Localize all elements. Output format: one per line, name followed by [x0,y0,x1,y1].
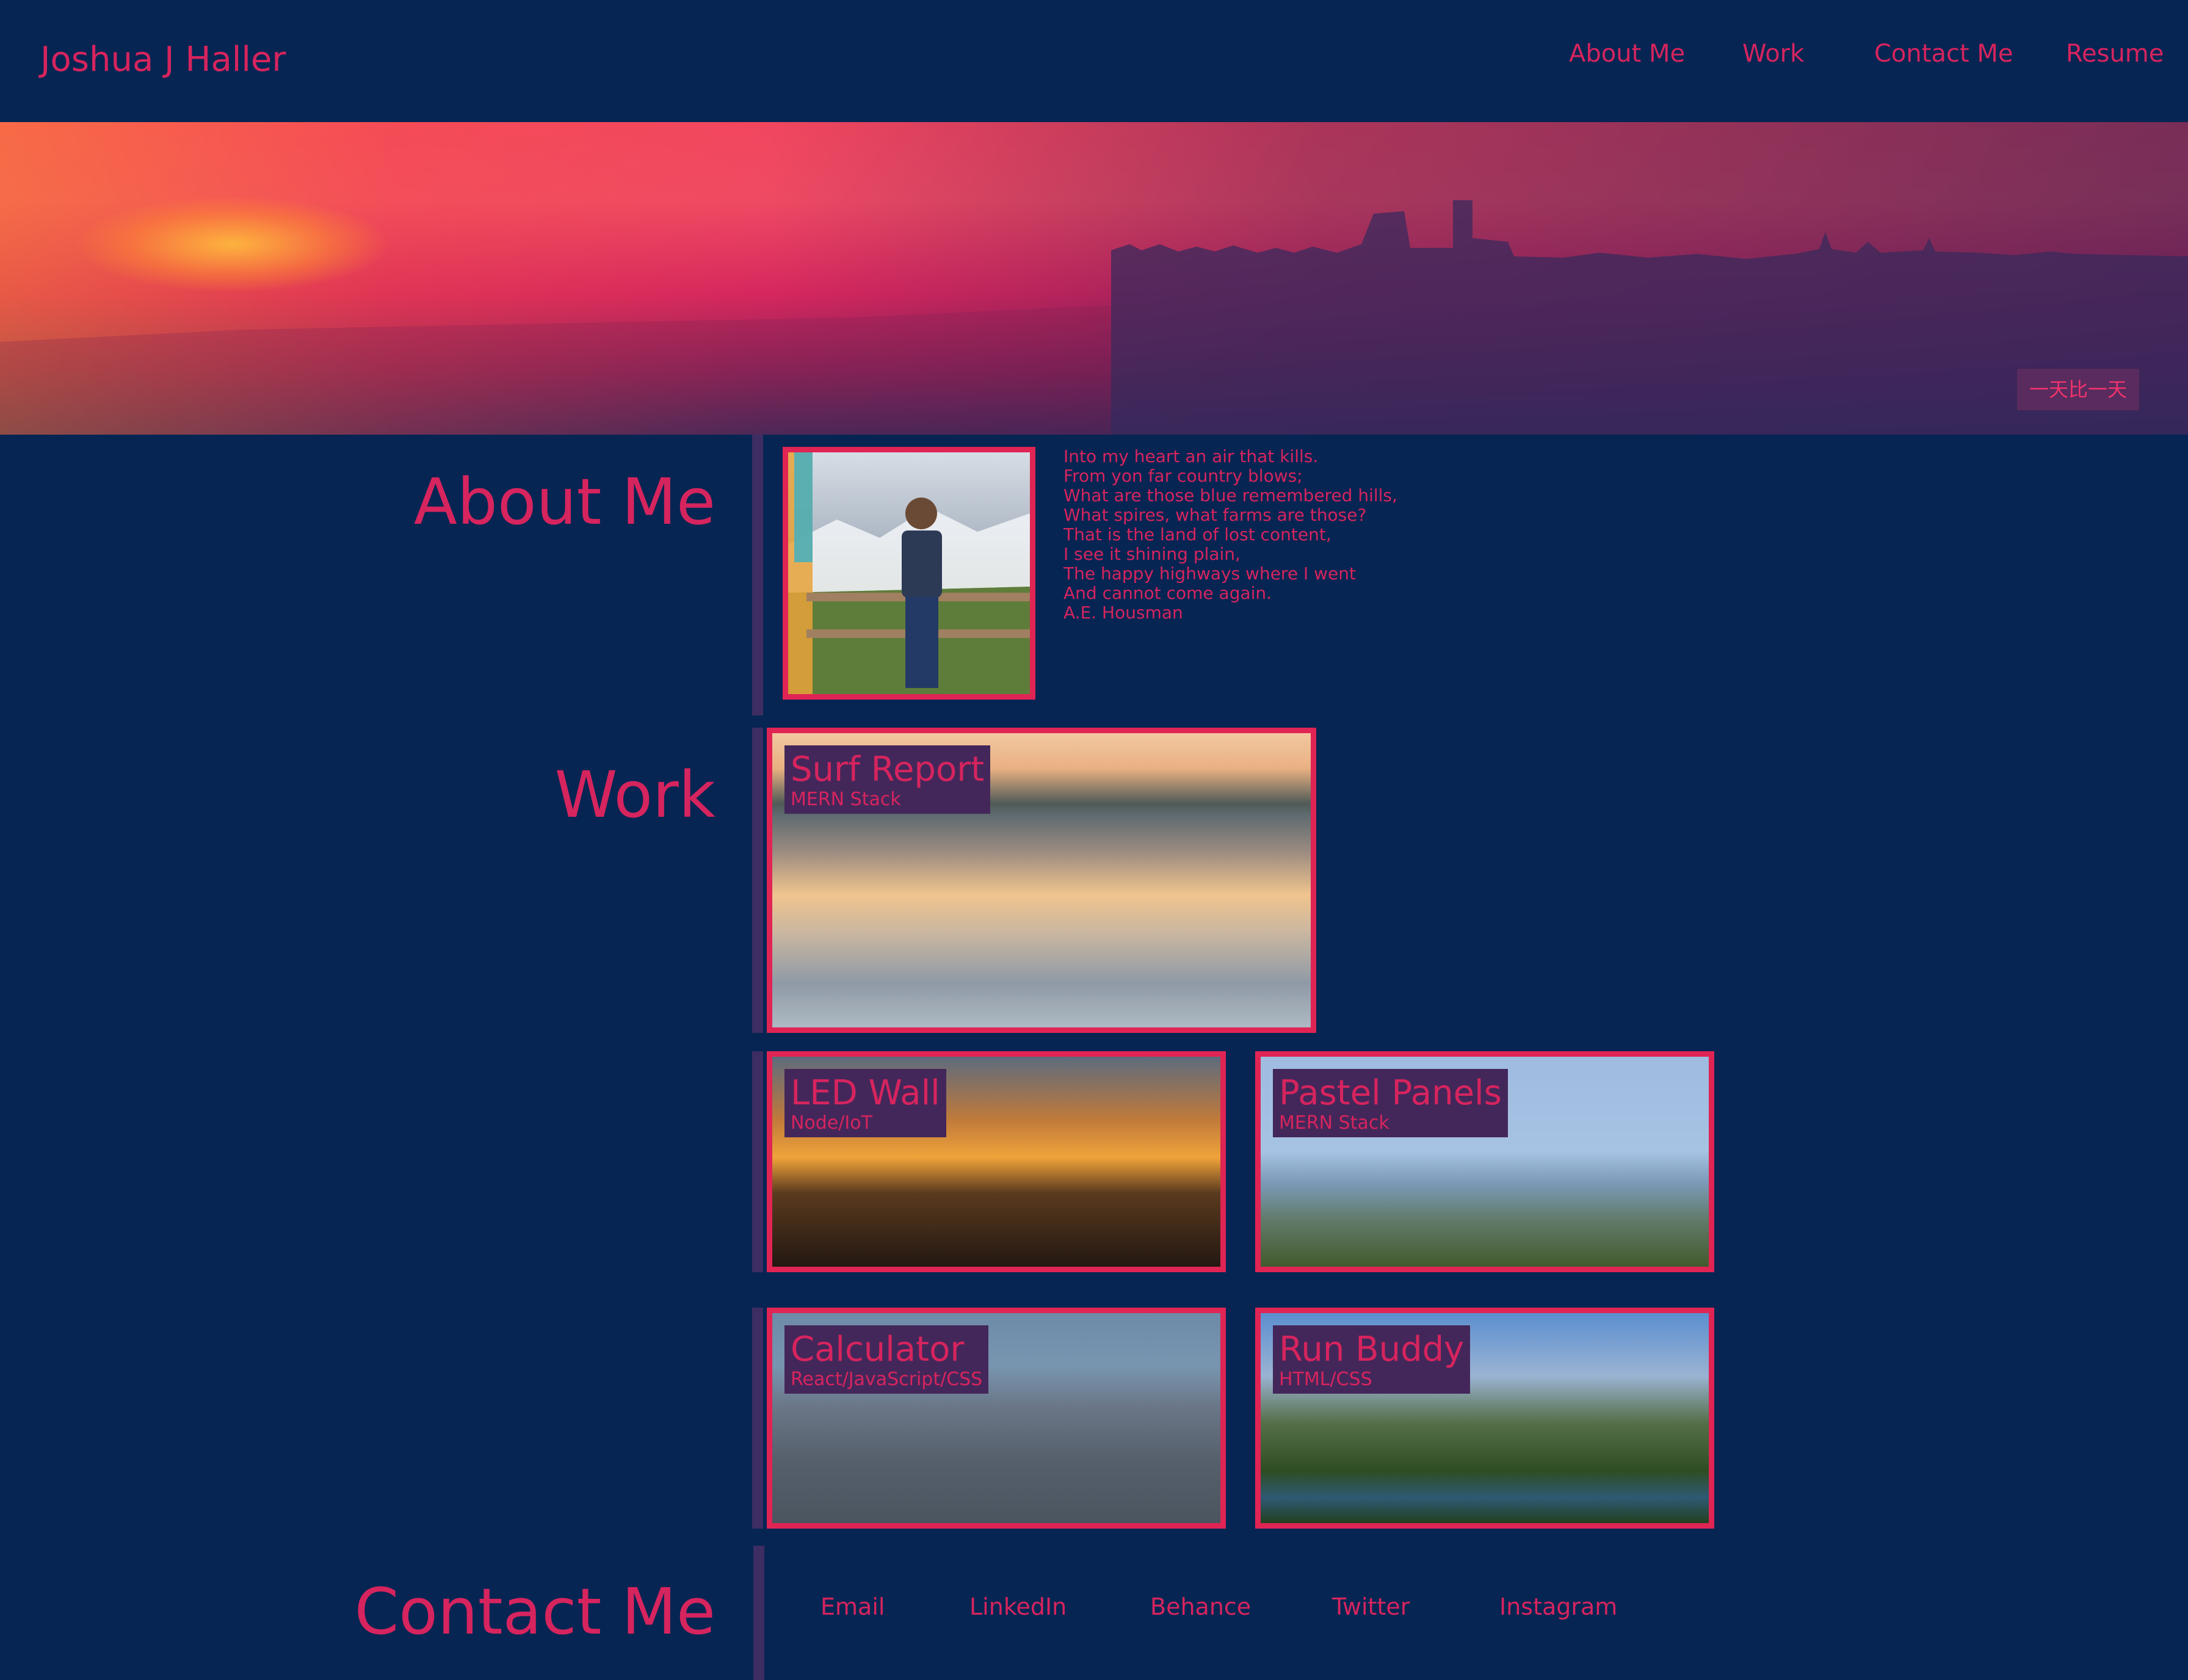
project-title: Calculator [791,1330,965,1369]
project-card-calculator[interactable]: Calculator React/JavaScript/CSS [767,1308,1226,1529]
poem-line: What are those blue remembered hills, [1063,485,1397,505]
project-card-pastel-panels[interactable]: Pastel Panels MERN Stack [1255,1051,1714,1272]
poem-line: Into my heart an air that kills. [1063,446,1319,466]
profile-photo [783,447,1035,700]
project-title: Run Buddy [1279,1330,1465,1369]
contact-link-behance[interactable]: Behance [1150,1590,1251,1624]
project-label: Surf Report MERN Stack [784,745,991,814]
nav-work[interactable]: Work [1742,35,1804,72]
project-title: LED Wall [791,1073,940,1113]
project-stack: MERN Stack [1279,1112,1389,1134]
poem-line: From yon far country blows; [1063,466,1303,486]
banner-badge: 一天比一天 [2017,369,2139,410]
project-label: Calculator React/JavaScript/CSS [784,1325,989,1394]
project-stack: React/JavaScript/CSS [791,1369,983,1390]
poem-line: That is the land of lost content, [1063,524,1331,545]
contact-link-linkedin[interactable]: LinkedIn [969,1590,1067,1624]
project-title: Surf Report [791,750,985,789]
work-separator [752,1051,763,1272]
poem-author: A.E. Housman [1063,603,1183,623]
project-card-surf-report[interactable]: Surf Report MERN Stack [767,728,1316,1033]
nav-resume[interactable]: Resume [2066,35,2164,72]
poem-line: And cannot come again. [1063,583,1272,603]
city-skyline-silhouette [0,200,2188,435]
about-separator [752,435,763,715]
site-header [0,0,2188,122]
work-heading: Work [554,758,715,832]
about-poem: Into my heart an air that kills. From yo… [1063,447,1397,623]
hero-banner-image: 一天比一天 [0,122,2188,435]
poem-line: The happy highways where I went [1063,563,1356,584]
project-title: Pastel Panels [1279,1073,1502,1113]
project-label: Pastel Panels MERN Stack [1273,1069,1508,1137]
project-stack: MERN Stack [791,789,901,810]
nav-contact-me[interactable]: Contact Me [1874,35,2013,72]
nav-about-me[interactable]: About Me [1569,35,1685,72]
contact-link-instagram[interactable]: Instagram [1499,1590,1617,1624]
project-label: Run Buddy HTML/CSS [1273,1325,1471,1394]
work-separator [752,1308,763,1529]
project-card-run-buddy[interactable]: Run Buddy HTML/CSS [1255,1308,1714,1529]
poem-line: I see it shining plain, [1063,544,1241,564]
contact-heading: Contact Me [354,1574,715,1649]
project-stack: HTML/CSS [1279,1369,1372,1390]
contact-separator [753,1546,764,1680]
profile-photo-illustration [788,452,1030,694]
about-heading: About Me [413,465,715,539]
contact-link-twitter[interactable]: Twitter [1332,1590,1410,1624]
poem-line: What spires, what farms are those? [1063,505,1367,525]
contact-link-email[interactable]: Email [820,1590,885,1624]
site-title[interactable]: Joshua J Haller [40,35,286,84]
work-separator [752,728,763,1033]
project-stack: Node/IoT [791,1112,872,1134]
project-label: LED Wall Node/IoT [784,1069,946,1137]
project-card-led-wall[interactable]: LED Wall Node/IoT [767,1051,1226,1272]
